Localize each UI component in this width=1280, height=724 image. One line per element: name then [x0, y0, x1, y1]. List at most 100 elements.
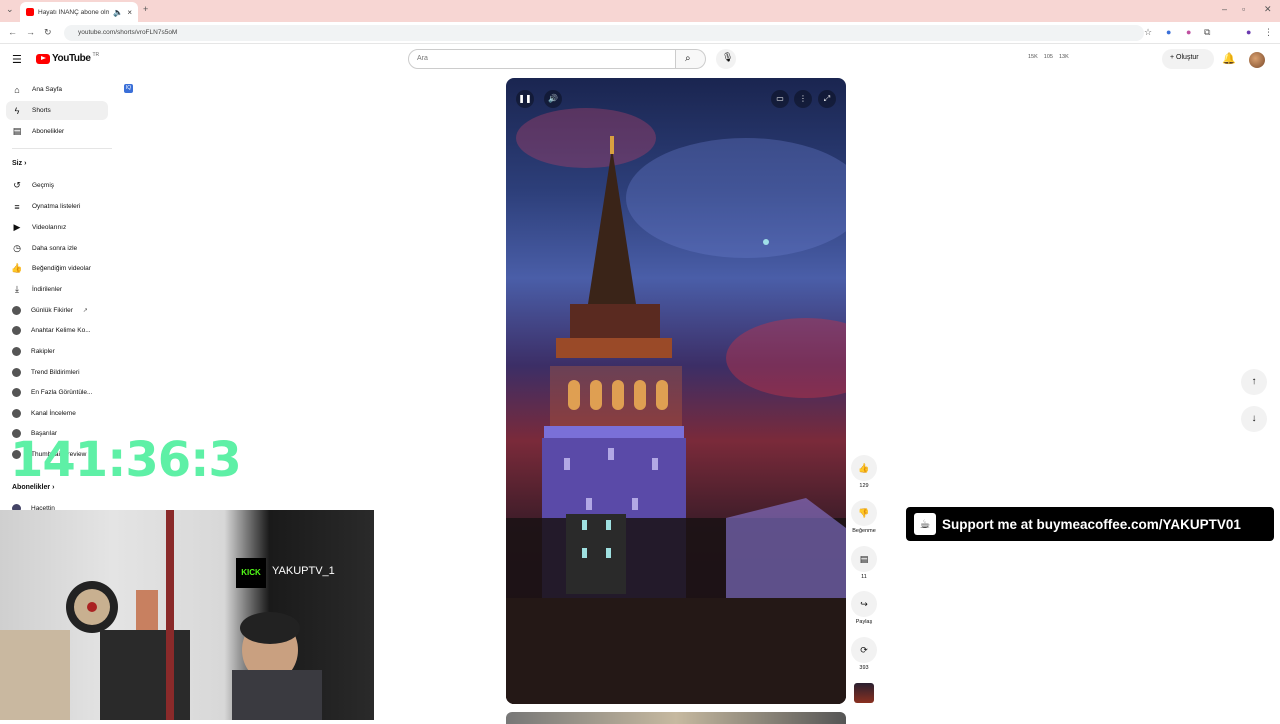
previous-short-button[interactable]: ↑: [1241, 369, 1267, 395]
sidebar-item-label: Shorts: [32, 107, 51, 114]
hamburger-menu-icon[interactable]: ☰: [12, 53, 22, 66]
youtube-favicon-icon: [26, 8, 34, 16]
dislike-button[interactable]: 👎 Beğenme: [850, 500, 878, 534]
voice-search-button[interactable]: 🎙: [716, 49, 736, 69]
captions-button[interactable]: ▭: [771, 90, 789, 108]
sidebar-item-label: İndirilenler: [32, 286, 62, 293]
notifications-bell-icon[interactable]: 🔔: [1222, 52, 1236, 65]
stat-value: 13K: [1058, 54, 1069, 60]
sidebar-item-history[interactable]: ↺ Geçmiş: [6, 176, 108, 195]
extensions-puzzle-icon[interactable]: ⧉: [1204, 27, 1210, 38]
stream-timer: 141:36:3: [10, 432, 242, 488]
tab-title: Hayatı İNANÇ abone olma...: [38, 8, 110, 16]
back-icon[interactable]: ←: [8, 27, 17, 37]
search-input[interactable]: Ara: [408, 49, 676, 69]
browser-tab[interactable]: Hayatı İNANÇ abone olma... 🔈 ×: [20, 2, 138, 22]
url-field[interactable]: youtube.com/shorts/vroFLN7s5oM: [64, 25, 1144, 41]
tab-audio-icon[interactable]: 🔈: [113, 8, 123, 17]
extension-item-icon: [12, 409, 21, 418]
like-button[interactable]: 👍 129: [850, 455, 878, 489]
extension-icon[interactable]: ●: [1166, 27, 1171, 37]
dislike-label: Beğenme: [852, 528, 876, 534]
video-frame: [506, 108, 846, 704]
avatar[interactable]: [1249, 52, 1265, 68]
kick-logo: KICK: [236, 558, 266, 588]
like-icon: 👍: [851, 455, 877, 481]
bookmark-star-icon[interactable]: ☆: [1144, 27, 1152, 38]
reload-icon[interactable]: ↻: [44, 27, 52, 38]
mic-icon: 🎙: [722, 52, 734, 62]
support-url: buymeacoffee.com/YAKUPTV01: [1036, 516, 1241, 532]
comment-count: 11: [861, 574, 867, 580]
sidebar-item-label: Anahtar Kelime Ko...: [31, 327, 91, 334]
divider: [12, 148, 112, 149]
extension-item-icon: [12, 388, 21, 397]
search-button[interactable]: ⌕: [676, 49, 706, 69]
forward-icon[interactable]: →: [26, 27, 35, 37]
share-label: Paylaş: [855, 619, 873, 625]
your-videos-icon: ▶: [13, 222, 21, 232]
profile-icon[interactable]: ●: [1246, 27, 1251, 37]
extension-item-icon: [12, 326, 21, 335]
youtube-header: ☰ YouTube TR Ara ⌕ 🎙 15K 105 13K + Oluşt…: [0, 44, 1280, 76]
sidebar-item-ext-4[interactable]: En Fazla Görüntüle...: [6, 383, 108, 402]
subscriptions-icon: ▤: [12, 126, 22, 136]
volume-button[interactable]: 🔊: [544, 90, 562, 108]
shorts-video-player[interactable]: ❚❚ 🔊 ▭ ⋮ ⤢: [506, 78, 846, 704]
sidebar-item-subscriptions[interactable]: ▤ Abonelikler: [6, 122, 108, 141]
sidebar-item-liked[interactable]: 👍 Beğendiğim videolar: [6, 259, 108, 278]
search-icon: ⌕: [685, 53, 691, 64]
sidebar-item-ext-0[interactable]: Günlük Fikirler ↗: [6, 301, 108, 320]
sidebar-item-playlists[interactable]: ≡ Oynatma listeleri: [6, 197, 108, 216]
sidebar-item-ext-2[interactable]: Rakipler: [6, 342, 108, 361]
history-icon: ↺: [13, 180, 21, 190]
create-label: Oluştur: [1176, 54, 1199, 61]
remix-icon: ⟳: [851, 637, 877, 663]
comments-button[interactable]: ▤ 11: [850, 546, 878, 580]
download-icon: ⤓: [15, 284, 19, 294]
browser-menu-icon[interactable]: ⋮: [1264, 27, 1273, 38]
sidebar-item-ext-5[interactable]: Kanal İnceleme: [6, 404, 108, 423]
like-count: 129: [859, 483, 869, 489]
sidebar-item-label: Günlük Fikirler: [31, 307, 73, 314]
liked-icon: 👍: [11, 263, 23, 273]
sidebar-item-label: Abonelikler: [32, 128, 65, 135]
maximize-icon[interactable]: ▫: [1242, 4, 1245, 14]
more-options-icon[interactable]: ⋮: [794, 90, 812, 108]
playlist-icon: ≡: [14, 201, 20, 212]
window-close-icon[interactable]: ✕: [1264, 4, 1272, 15]
sidebar-item-label: Videolarınız: [32, 224, 67, 231]
stat-value: 15K: [1028, 54, 1038, 60]
extension-icon-2[interactable]: ●: [1186, 27, 1191, 37]
extension-badge[interactable]: IQ: [124, 84, 133, 93]
sidebar-item-downloads[interactable]: ⤓ İndirilenler: [6, 280, 108, 299]
sidebar-item-label: En Fazla Görüntüle...: [31, 389, 93, 396]
youtube-logo[interactable]: YouTube TR: [36, 52, 99, 64]
you-section-title[interactable]: Siz ›: [12, 160, 26, 167]
share-button[interactable]: ↪ Paylaş: [850, 591, 878, 625]
remix-button[interactable]: ⟳ 393: [850, 637, 878, 671]
webcam-overlay: KICK YAKUPTV_1: [0, 510, 374, 720]
sidebar-item-shorts[interactable]: ϟ Shorts: [6, 101, 108, 120]
tower-roof: [588, 148, 636, 304]
minimize-icon[interactable]: –: [1222, 4, 1227, 14]
sidebar-item-your-videos[interactable]: ▶ Videolarınız: [6, 218, 108, 237]
sidebar-item-ext-1[interactable]: Anahtar Kelime Ko...: [6, 321, 108, 340]
sidebar-item-label: Daha sonra izle: [32, 245, 78, 252]
kick-username: YAKUPTV_1: [272, 565, 335, 577]
create-button[interactable]: + Oluştur: [1162, 49, 1214, 69]
new-tab-button[interactable]: +: [143, 4, 148, 14]
pause-button[interactable]: ❚❚: [516, 90, 534, 108]
sidebar-item-home[interactable]: ⌂ Ana Sayfa: [6, 80, 108, 99]
fullscreen-icon[interactable]: ⤢: [818, 90, 836, 108]
tab-close-icon[interactable]: ×: [127, 8, 132, 17]
next-short-button[interactable]: ↓: [1241, 406, 1267, 432]
next-short-preview[interactable]: [506, 712, 846, 724]
extension-stats: 15K 105 13K: [1028, 54, 1069, 60]
tab-list-icon[interactable]: ⌄: [6, 4, 14, 15]
sidebar-item-ext-3[interactable]: Trend Bildirimleri: [6, 363, 108, 382]
sidebar-item-watch-later[interactable]: ◷ Daha sonra izle: [6, 239, 108, 258]
section-label: Siz: [12, 160, 23, 167]
external-link-icon: ↗: [82, 308, 88, 314]
sound-thumbnail[interactable]: [854, 683, 874, 703]
